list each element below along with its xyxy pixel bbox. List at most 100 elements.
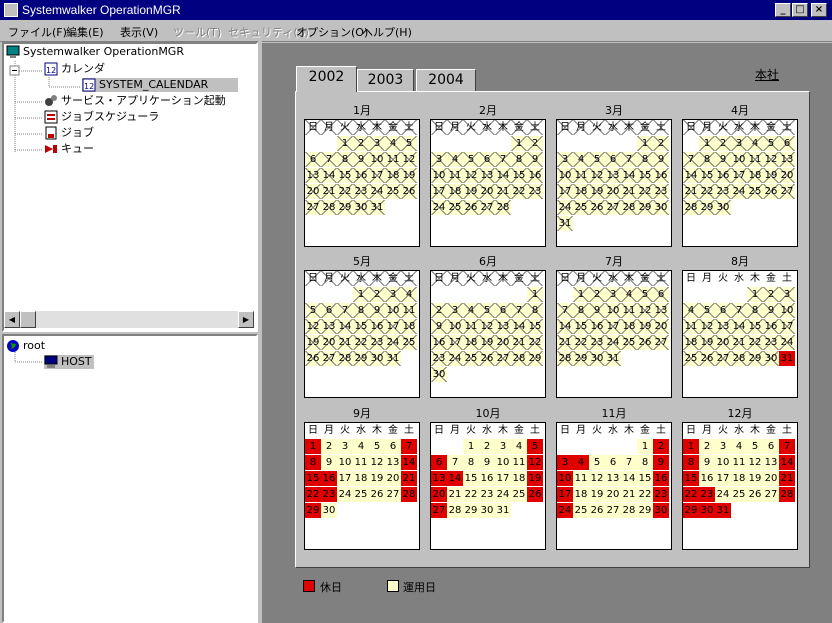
day-cell[interactable]: 1 (527, 287, 543, 302)
day-cell[interactable]: 13 (431, 471, 447, 486)
day-cell[interactable]: 10 (337, 455, 353, 470)
day-cell[interactable]: 8 (747, 303, 763, 318)
day-cell[interactable]: 22 (573, 335, 589, 350)
day-cell[interactable]: 13 (305, 168, 321, 183)
day-cell[interactable]: 4 (353, 439, 369, 454)
day-cell[interactable]: 7 (731, 303, 747, 318)
day-cell[interactable]: 24 (731, 184, 747, 199)
day-cell[interactable]: 13 (605, 168, 621, 183)
day-cell[interactable]: 28 (447, 503, 463, 518)
day-cell[interactable]: 13 (495, 319, 511, 334)
day-cell[interactable]: 21 (495, 184, 511, 199)
day-cell[interactable]: 17 (337, 471, 353, 486)
day-cell[interactable]: 30 (321, 503, 337, 518)
day-cell[interactable]: 28 (511, 351, 527, 366)
day-cell[interactable]: 14 (495, 168, 511, 183)
day-cell[interactable]: 30 (653, 503, 669, 518)
day-cell[interactable]: 25 (385, 184, 401, 199)
day-cell[interactable]: 18 (401, 319, 417, 334)
day-cell[interactable]: 9 (353, 152, 369, 167)
close-button[interactable]: × (811, 3, 827, 17)
day-cell[interactable]: 7 (511, 303, 527, 318)
day-cell[interactable]: 13 (779, 152, 795, 167)
day-cell[interactable]: 27 (605, 200, 621, 215)
day-cell[interactable]: 11 (573, 168, 589, 183)
day-cell[interactable]: 7 (401, 439, 417, 454)
day-cell[interactable]: 9 (527, 152, 543, 167)
day-cell[interactable]: 2 (763, 287, 779, 302)
day-cell[interactable]: 15 (699, 168, 715, 183)
day-cell[interactable]: 30 (715, 200, 731, 215)
day-cell[interactable]: 16 (715, 168, 731, 183)
day-cell[interactable]: 9 (763, 303, 779, 318)
office-link[interactable]: 本社 (755, 66, 779, 83)
day-cell[interactable]: 17 (605, 319, 621, 334)
day-cell[interactable]: 16 (431, 335, 447, 350)
day-cell[interactable]: 1 (747, 287, 763, 302)
day-cell[interactable]: 28 (495, 200, 511, 215)
day-cell[interactable]: 7 (621, 455, 637, 470)
day-cell[interactable]: 12 (763, 152, 779, 167)
day-cell[interactable]: 16 (369, 319, 385, 334)
day-cell[interactable]: 26 (527, 487, 543, 502)
day-cell[interactable]: 21 (511, 335, 527, 350)
day-cell[interactable]: 26 (637, 335, 653, 350)
day-cell[interactable]: 27 (321, 351, 337, 366)
day-cell[interactable]: 21 (447, 487, 463, 502)
day-cell[interactable]: 28 (321, 200, 337, 215)
tree-item-job[interactable]: ジョブ (44, 126, 94, 140)
day-cell[interactable]: 9 (479, 455, 495, 470)
day-cell[interactable]: 25 (573, 200, 589, 215)
day-cell[interactable]: 28 (683, 200, 699, 215)
day-cell[interactable]: 4 (463, 303, 479, 318)
day-cell[interactable]: 18 (621, 319, 637, 334)
day-cell[interactable]: 10 (557, 471, 573, 486)
day-cell[interactable]: 14 (447, 471, 463, 486)
day-cell[interactable]: 15 (573, 319, 589, 334)
day-cell[interactable]: 3 (431, 152, 447, 167)
day-cell[interactable]: 20 (385, 471, 401, 486)
day-cell[interactable]: 15 (463, 471, 479, 486)
day-cell[interactable]: 9 (369, 303, 385, 318)
day-cell[interactable]: 10 (779, 303, 795, 318)
day-cell[interactable]: 11 (401, 303, 417, 318)
day-cell[interactable]: 22 (637, 487, 653, 502)
day-cell[interactable]: 4 (747, 136, 763, 151)
day-cell[interactable]: 23 (431, 351, 447, 366)
day-cell[interactable]: 5 (479, 303, 495, 318)
day-cell[interactable]: 18 (573, 487, 589, 502)
day-cell[interactable]: 18 (747, 168, 763, 183)
day-cell[interactable]: 23 (653, 184, 669, 199)
day-cell[interactable]: 9 (715, 152, 731, 167)
day-cell[interactable]: 21 (401, 471, 417, 486)
day-cell[interactable]: 25 (731, 487, 747, 502)
day-cell[interactable]: 17 (495, 471, 511, 486)
day-cell[interactable]: 3 (605, 287, 621, 302)
tree-horizontal-scrollbar[interactable]: ◀ ▶ (4, 311, 254, 328)
day-cell[interactable]: 28 (337, 351, 353, 366)
day-cell[interactable]: 11 (463, 319, 479, 334)
day-cell[interactable]: 14 (779, 455, 795, 470)
day-cell[interactable]: 6 (479, 152, 495, 167)
day-cell[interactable]: 25 (447, 200, 463, 215)
day-cell[interactable]: 6 (763, 439, 779, 454)
menu-view[interactable]: 表示(V) (120, 24, 158, 40)
day-cell[interactable]: 3 (779, 287, 795, 302)
day-cell[interactable]: 19 (699, 335, 715, 350)
day-cell[interactable]: 20 (763, 471, 779, 486)
day-cell[interactable]: 15 (511, 168, 527, 183)
day-cell[interactable]: 2 (527, 136, 543, 151)
day-cell[interactable]: 24 (605, 335, 621, 350)
day-cell[interactable]: 19 (589, 487, 605, 502)
day-cell[interactable]: 11 (683, 319, 699, 334)
day-cell[interactable]: 8 (511, 152, 527, 167)
day-cell[interactable]: 19 (479, 335, 495, 350)
menu-file[interactable]: ファイル(F) (8, 24, 67, 40)
day-cell[interactable]: 12 (747, 455, 763, 470)
day-cell[interactable]: 16 (353, 168, 369, 183)
day-cell[interactable]: 27 (779, 184, 795, 199)
day-cell[interactable]: 6 (305, 152, 321, 167)
day-cell[interactable]: 23 (653, 487, 669, 502)
menu-tools[interactable]: ツール(T) (173, 24, 221, 40)
day-cell[interactable]: 26 (369, 487, 385, 502)
